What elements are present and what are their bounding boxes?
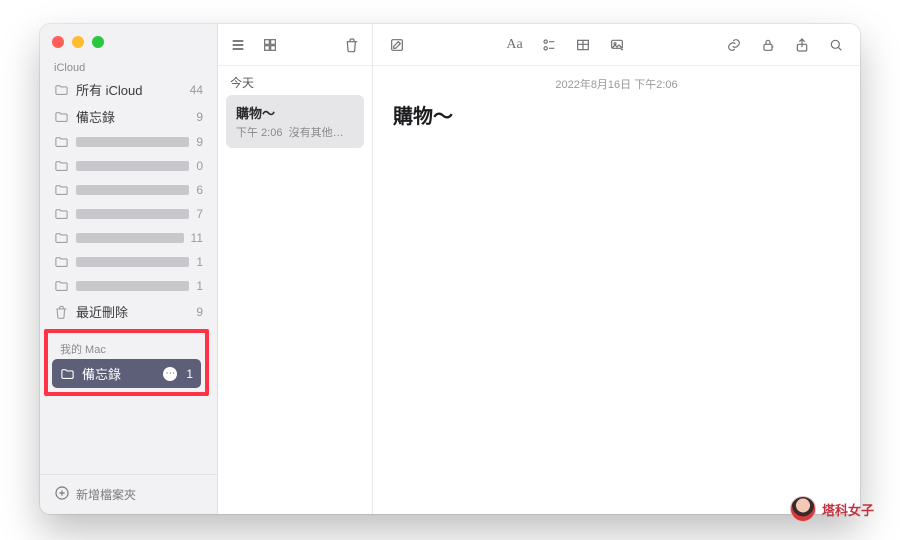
folder-name bbox=[76, 161, 189, 171]
folder-count: 44 bbox=[190, 83, 203, 97]
grid-view-icon[interactable] bbox=[260, 35, 280, 55]
compose-icon[interactable] bbox=[387, 35, 407, 55]
window-controls bbox=[40, 24, 217, 56]
delete-note-icon[interactable] bbox=[342, 35, 362, 55]
folder-icon bbox=[54, 254, 69, 270]
minimize-window-button[interactable] bbox=[72, 36, 84, 48]
folder-count: 9 bbox=[196, 110, 203, 124]
note-timestamp: 2022年8月16日 下午2:06 bbox=[373, 66, 860, 96]
folder-count: 9 bbox=[196, 135, 203, 149]
trash-icon bbox=[54, 304, 69, 320]
note-item-title: 購物～ bbox=[236, 103, 354, 122]
actions-group bbox=[724, 35, 846, 55]
folder-list: iCloud 所有 iCloud 44 備忘錄 9 9 0 bbox=[40, 56, 217, 474]
note-list-item[interactable]: 購物～ 下午 2:06 沒有其他… bbox=[226, 95, 364, 148]
folder-blurred[interactable]: 6 bbox=[40, 178, 217, 202]
lock-icon[interactable] bbox=[758, 35, 778, 55]
link-icon[interactable] bbox=[724, 35, 744, 55]
folder-icon bbox=[54, 109, 69, 125]
more-icon[interactable]: ⋯ bbox=[163, 367, 177, 381]
note-item-meta: 下午 2:06 沒有其他… bbox=[236, 124, 354, 140]
watermark-text: 塔科女子 bbox=[822, 500, 874, 519]
folder-name bbox=[76, 257, 189, 267]
notes-list-pane: 今天 購物～ 下午 2:06 沒有其他… bbox=[218, 24, 373, 514]
section-label-my-mac: 我的 Mac bbox=[52, 335, 201, 359]
note-title[interactable]: 購物～ bbox=[373, 96, 860, 133]
folder-count: 1 bbox=[186, 367, 193, 381]
folder-icon bbox=[54, 182, 69, 198]
checklist-icon[interactable] bbox=[539, 35, 559, 55]
folder-icon bbox=[54, 82, 69, 98]
list-view-icon[interactable] bbox=[228, 35, 248, 55]
plus-circle-icon bbox=[54, 485, 70, 504]
folder-icon bbox=[54, 230, 69, 246]
folder-name: 備忘錄 bbox=[76, 107, 189, 126]
folder-my-mac-notes[interactable]: 備忘錄 ⋯ 1 bbox=[52, 359, 201, 388]
media-icon[interactable] bbox=[607, 35, 627, 55]
annotation-highlight: 我的 Mac 備忘錄 ⋯ 1 bbox=[44, 329, 209, 396]
table-icon[interactable] bbox=[573, 35, 593, 55]
folder-count: 1 bbox=[196, 279, 203, 293]
folder-icon bbox=[54, 278, 69, 294]
folder-blurred[interactable]: 9 bbox=[40, 130, 217, 154]
app-window: iCloud 所有 iCloud 44 備忘錄 9 9 0 bbox=[40, 24, 860, 514]
format-group: Aa bbox=[505, 35, 627, 55]
folder-count: 7 bbox=[196, 207, 203, 221]
section-label-icloud: iCloud bbox=[40, 56, 217, 76]
share-icon[interactable] bbox=[792, 35, 812, 55]
folder-name bbox=[76, 281, 189, 291]
folder-icon bbox=[60, 366, 75, 382]
folder-name: 所有 iCloud bbox=[76, 80, 183, 99]
folder-count: 6 bbox=[196, 183, 203, 197]
folder-count: 0 bbox=[196, 159, 203, 173]
search-icon[interactable] bbox=[826, 35, 846, 55]
folder-blurred[interactable]: 1 bbox=[40, 250, 217, 274]
editor-toolbar: Aa bbox=[373, 24, 860, 66]
folder-recently-deleted[interactable]: 最近刪除 9 bbox=[40, 298, 217, 325]
folder-blurred[interactable]: 7 bbox=[40, 202, 217, 226]
add-folder-button[interactable]: 新增檔案夾 bbox=[40, 474, 217, 514]
watermark-avatar-icon bbox=[790, 496, 816, 522]
folder-name bbox=[76, 137, 189, 147]
sidebar: iCloud 所有 iCloud 44 備忘錄 9 9 0 bbox=[40, 24, 218, 514]
folder-name bbox=[76, 209, 189, 219]
folder-icon bbox=[54, 158, 69, 174]
notes-group-label: 今天 bbox=[218, 66, 372, 95]
folder-icon bbox=[54, 134, 69, 150]
folder-icon bbox=[54, 206, 69, 222]
watermark: 塔科女子 bbox=[790, 496, 874, 522]
folder-all-icloud[interactable]: 所有 iCloud 44 bbox=[40, 76, 217, 103]
folder-name bbox=[76, 185, 189, 195]
folder-name bbox=[76, 233, 184, 243]
folder-name: 最近刪除 bbox=[76, 302, 189, 321]
text-format-icon[interactable]: Aa bbox=[505, 35, 525, 55]
folder-blurred[interactable]: 0 bbox=[40, 154, 217, 178]
folder-count: 9 bbox=[196, 305, 203, 319]
folder-name: 備忘錄 bbox=[82, 364, 156, 383]
list-toolbar bbox=[218, 24, 372, 66]
folder-count: 1 bbox=[196, 255, 203, 269]
folder-notes[interactable]: 備忘錄 9 bbox=[40, 103, 217, 130]
fullscreen-window-button[interactable] bbox=[92, 36, 104, 48]
editor-pane: Aa 2022年8月16日 下午2:06 購物～ bbox=[373, 24, 860, 514]
close-window-button[interactable] bbox=[52, 36, 64, 48]
folder-blurred[interactable]: 11 bbox=[40, 226, 217, 250]
add-folder-label: 新增檔案夾 bbox=[76, 486, 136, 503]
folder-blurred[interactable]: 1 bbox=[40, 274, 217, 298]
folder-count: 11 bbox=[191, 231, 203, 245]
